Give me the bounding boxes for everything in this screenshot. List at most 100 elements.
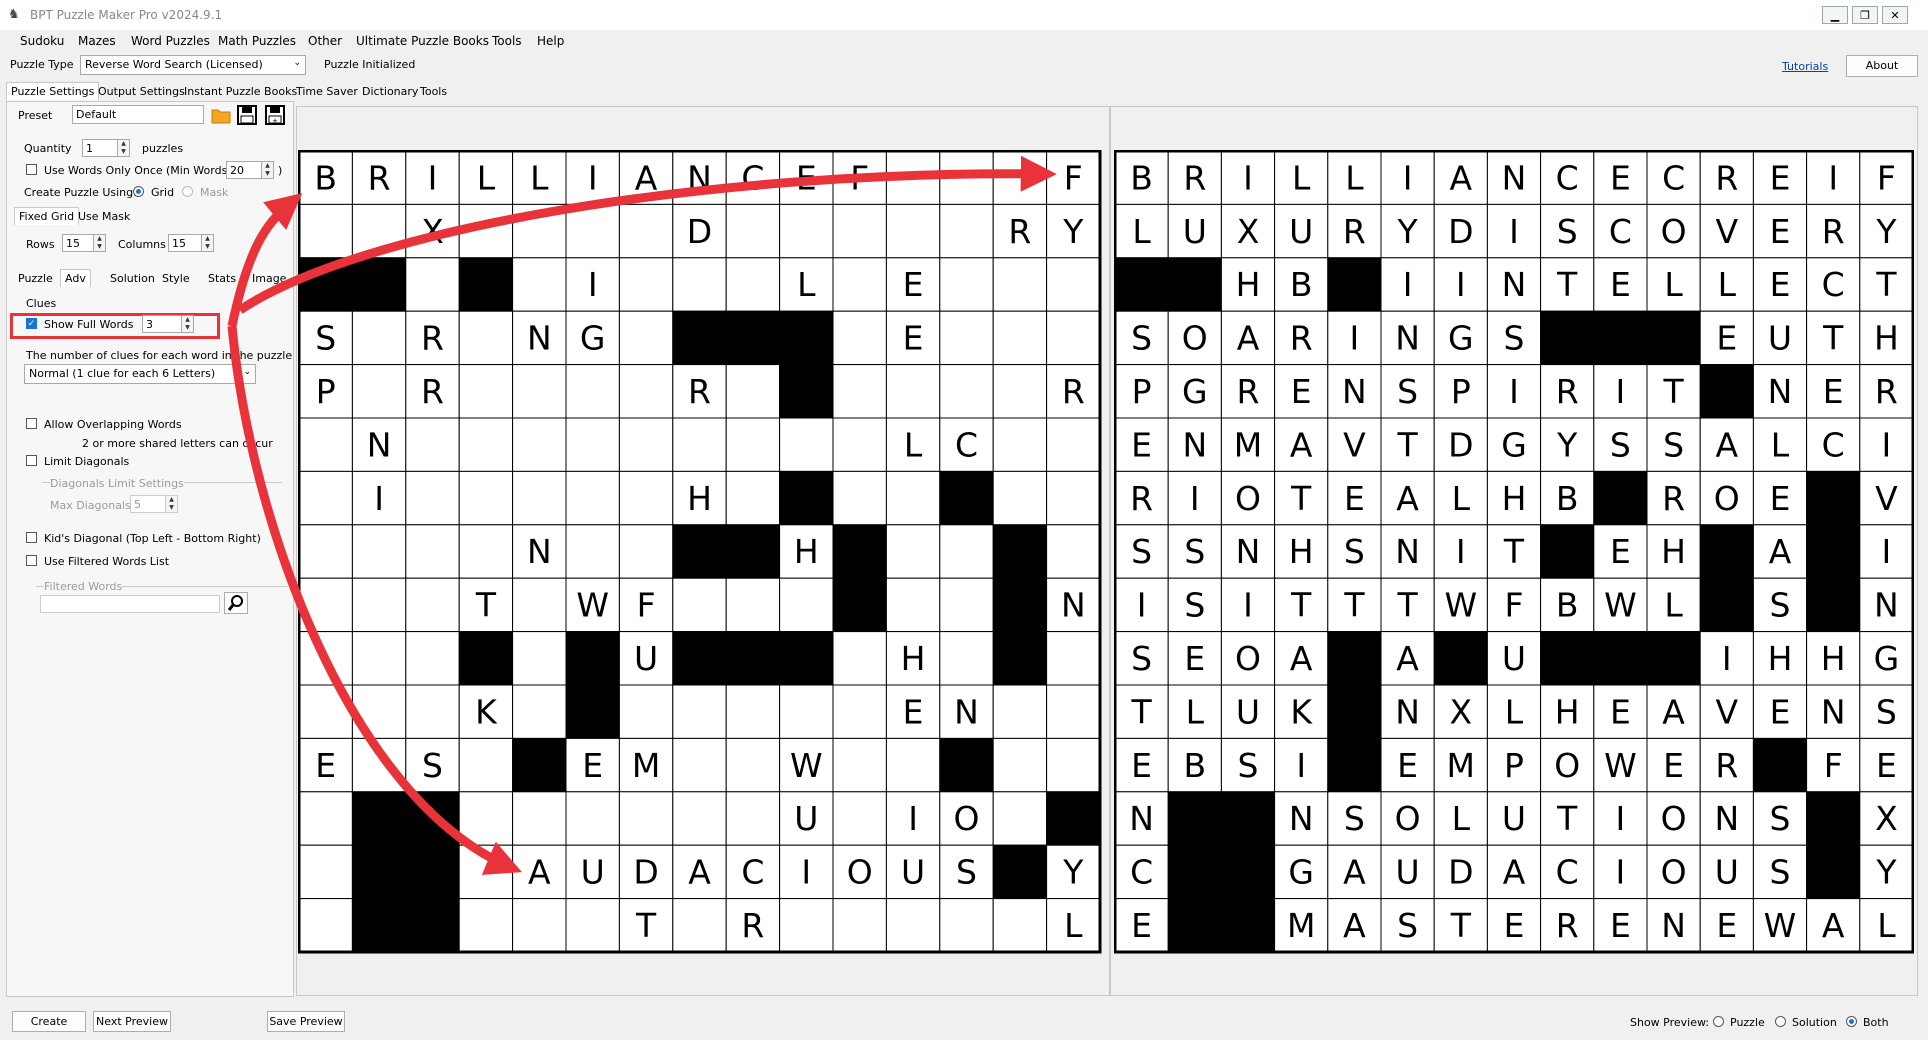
chevron-down-icon: ⌄ [293, 58, 301, 68]
close-icon[interactable]: ✕ [1882, 6, 1908, 24]
preview-puzzle-radio[interactable] [1713, 1016, 1724, 1027]
tab-puzzle-settings[interactable]: Puzzle Settings [6, 82, 100, 100]
tab-stats[interactable]: Stats [204, 270, 240, 287]
min-words-close: ) [278, 164, 283, 177]
grid-cell [458, 364, 514, 419]
tab-dictionary[interactable]: Dictionary [358, 83, 422, 100]
preset-input[interactable]: Default [72, 105, 204, 124]
grid-letter: E [1610, 532, 1631, 571]
puzzle-type-value: Reverse Word Search (Licensed) [85, 58, 263, 71]
tab-output-settings[interactable]: Output Settings [94, 83, 189, 100]
grid-letter: S [1238, 746, 1259, 785]
grid-letter: S [1344, 799, 1365, 838]
show-full-words-input[interactable]: 3 [142, 315, 182, 333]
tab-puzzle[interactable]: Puzzle [14, 270, 57, 287]
max-diagonals-input[interactable]: 5 [130, 495, 166, 513]
max-diagonals-label: Max Diagonals [50, 499, 131, 512]
menu-help[interactable]: Help [537, 34, 564, 48]
menu-math-puzzles[interactable]: Math Puzzles [218, 34, 296, 48]
search-icon[interactable] [224, 592, 248, 614]
grid-letter: S [1344, 532, 1365, 571]
tutorials-link[interactable]: Tutorials [1782, 60, 1828, 73]
menu-word-puzzles[interactable]: Word Puzzles [131, 34, 210, 48]
minimize-icon[interactable]: ▁ [1822, 6, 1848, 24]
rows-stepper[interactable]: ▲ ▼ [94, 234, 106, 252]
quantity-stepper[interactable]: ▲ ▼ [118, 139, 130, 157]
rows-input[interactable]: 15 [62, 234, 94, 252]
grid-letter: N [1661, 906, 1686, 945]
tab-instant-puzzle-books[interactable]: Instant Puzzle Books [180, 83, 301, 100]
use-words-once-checkbox[interactable] [26, 164, 37, 175]
grid-letter: N [1061, 586, 1086, 625]
grid-cell [565, 791, 620, 846]
tab-time-saver[interactable]: Time Saver [292, 83, 362, 100]
menu-tools[interactable]: Tools [492, 34, 522, 48]
grid-cell [458, 737, 514, 793]
min-words-stepper[interactable]: ▲ ▼ [262, 161, 274, 179]
show-full-words-stepper[interactable]: ▲ ▼ [182, 315, 194, 333]
grid-cell [1046, 684, 1101, 739]
grid-letter: H [1874, 319, 1899, 358]
grid-letter: E [1663, 746, 1684, 785]
filtered-list-checkbox[interactable] [26, 555, 37, 566]
tab-fixed-grid[interactable]: Fixed Grid [14, 207, 80, 225]
puzzle-type-select[interactable]: Reverse Word Search (Licensed) ⌄ [80, 55, 306, 75]
tab-image[interactable]: Image [248, 270, 290, 287]
save-as-icon[interactable]: + [264, 104, 286, 126]
grid-letter: P [1132, 372, 1152, 411]
grid-cell [565, 203, 620, 259]
grid-cell [512, 470, 567, 526]
tab-use-mask[interactable]: Use Mask [74, 208, 134, 225]
grid-cell [565, 898, 620, 953]
grid-letter: E [1770, 479, 1791, 518]
open-folder-icon[interactable] [210, 104, 232, 126]
menu-sudoku[interactable]: Sudoku [20, 34, 64, 48]
grid-letter: I [801, 853, 811, 892]
menu-mazes[interactable]: Mazes [78, 34, 116, 48]
save-preview-button[interactable]: Save Preview [267, 1011, 345, 1032]
tab-solution[interactable]: Solution [106, 270, 159, 287]
grid-cell [351, 364, 407, 419]
grid-cell [512, 203, 567, 259]
show-full-words-checkbox[interactable]: ✓ [26, 318, 37, 329]
min-words-input[interactable]: 20 [226, 161, 262, 179]
grid-cell [565, 364, 620, 419]
grid-letter: R [1715, 746, 1738, 785]
min-words-label: (Min Words: [166, 164, 232, 177]
save-icon[interactable] [236, 104, 258, 126]
preview-both-label: Both [1863, 1016, 1889, 1029]
menu-ultimate-puzzle-books[interactable]: Ultimate Puzzle Books [356, 34, 489, 48]
columns-input[interactable]: 15 [168, 234, 202, 252]
menu-other[interactable]: Other [308, 34, 342, 48]
quantity-input[interactable]: 1 [82, 139, 118, 157]
filtered-words-input[interactable] [40, 595, 220, 613]
columns-stepper[interactable]: ▲ ▼ [202, 234, 214, 252]
preview-both-radio[interactable] [1846, 1016, 1857, 1027]
clues-select[interactable]: Normal (1 clue for each 6 Letters) ⌄ [24, 364, 256, 384]
grid-letter: I [1616, 853, 1626, 892]
limit-diagonals-checkbox[interactable] [26, 455, 37, 466]
preview-solution-radio[interactable] [1775, 1016, 1786, 1027]
allow-overlap-checkbox[interactable] [26, 418, 37, 429]
next-preview-button[interactable]: Next Preview [93, 1011, 171, 1032]
max-diagonals-stepper[interactable]: ▲ ▼ [166, 495, 178, 513]
grid-letter: G [1448, 319, 1474, 358]
restore-icon[interactable]: ❐ [1852, 6, 1878, 24]
grid-cell [885, 898, 941, 953]
grid-letter: S [1131, 639, 1152, 678]
grid-letter: C [1662, 158, 1685, 197]
tab-style[interactable]: Style [158, 270, 194, 287]
grid-cell [1699, 577, 1754, 633]
grid-letter: Y [1397, 212, 1419, 251]
grid-letter: S [1610, 425, 1631, 464]
create-button[interactable]: Create [12, 1011, 86, 1032]
grid-radio[interactable] [133, 186, 144, 197]
mask-radio[interactable] [182, 186, 193, 197]
grid-letter: E [1131, 746, 1152, 785]
tab-tools[interactable]: Tools [416, 83, 451, 100]
kids-diagonal-checkbox[interactable] [26, 532, 37, 543]
about-button[interactable]: About [1846, 55, 1918, 77]
main-tabs: Puzzle Settings Output Settings Instant … [6, 82, 1922, 102]
grid-letter: R [1008, 212, 1031, 251]
tab-adv[interactable]: Adv [60, 269, 91, 287]
